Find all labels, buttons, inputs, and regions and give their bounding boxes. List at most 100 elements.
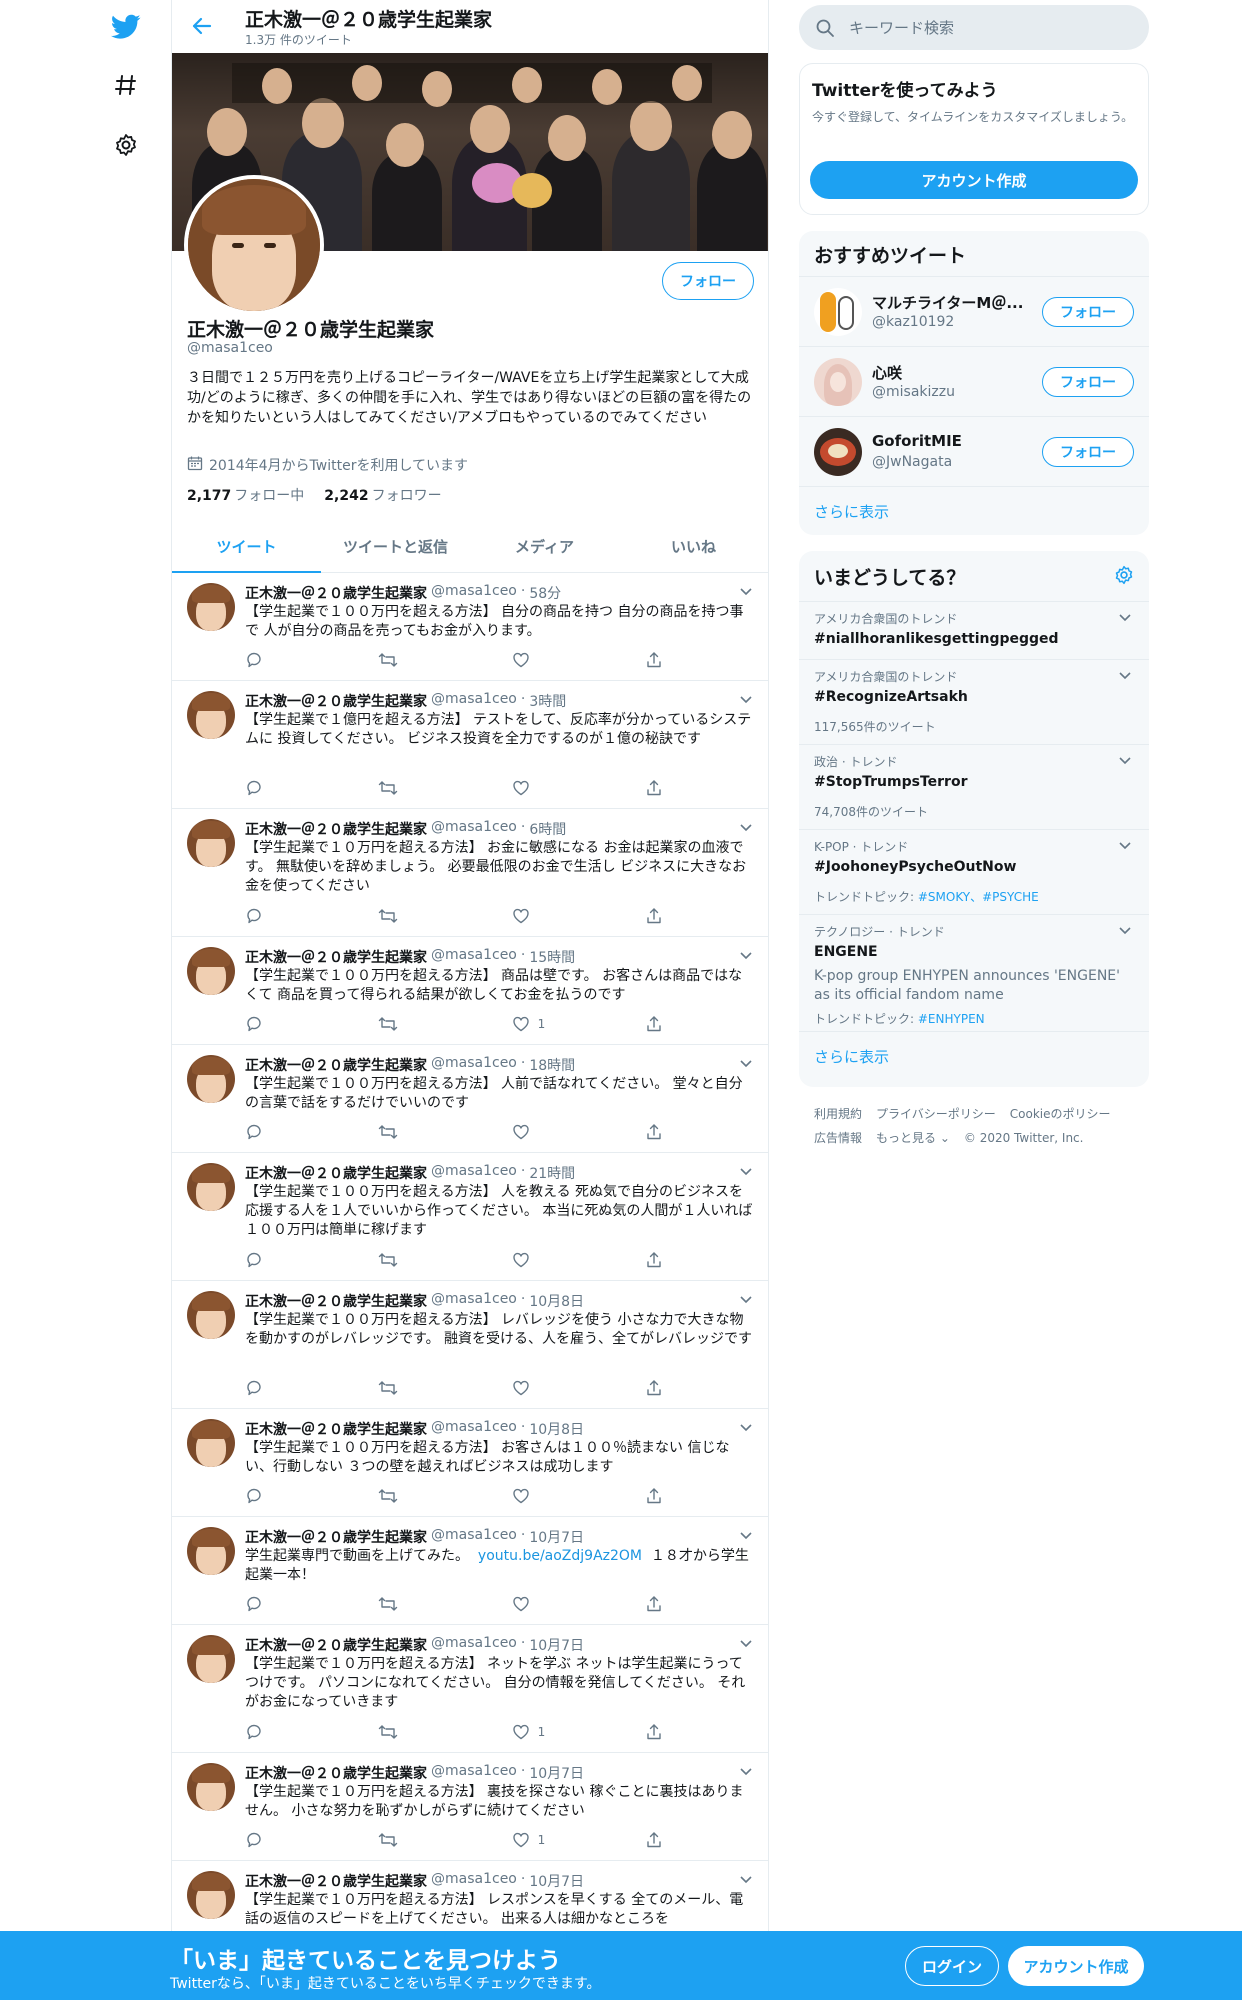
share-icon[interactable]: [645, 1829, 665, 1851]
trend-item[interactable]: アメリカ合衆国のトレンド #RecognizeArtsakh 117,565件の…: [799, 659, 1149, 744]
chevron-down-icon[interactable]: [738, 1165, 754, 1179]
tab-likes[interactable]: いいね: [619, 520, 768, 572]
chevron-down-icon[interactable]: [738, 1293, 754, 1307]
tweet-avatar[interactable]: [187, 1527, 235, 1575]
tweet-avatar[interactable]: [187, 1635, 235, 1683]
chevron-down-icon[interactable]: [738, 585, 754, 599]
like-icon[interactable]: 1: [512, 1013, 592, 1035]
chevron-down-icon[interactable]: [738, 1529, 754, 1543]
search-input[interactable]: キーワード検索: [849, 17, 954, 38]
share-icon[interactable]: [645, 1377, 665, 1399]
trend-item[interactable]: アメリカ合衆国のトレンド #niallhoranlikesgettingpegg…: [799, 601, 1149, 659]
chevron-down-icon[interactable]: [1117, 925, 1133, 937]
followers-link[interactable]: 2,242 フォロワー: [324, 485, 441, 505]
share-icon[interactable]: [645, 1121, 665, 1143]
settings-gear-icon[interactable]: [102, 121, 150, 169]
trend-item[interactable]: K-POP · トレンド #JoohoneyPsycheOutNow トレンドト…: [799, 829, 1149, 914]
reply-icon[interactable]: [245, 1829, 325, 1851]
tweet-time[interactable]: 10月7日: [529, 1635, 584, 1655]
reply-icon[interactable]: [245, 1377, 325, 1399]
like-icon[interactable]: [512, 905, 592, 927]
search-box[interactable]: キーワード検索: [799, 5, 1149, 50]
follow-button[interactable]: フォロー: [1042, 367, 1134, 397]
terms-link[interactable]: 利用規約: [814, 1107, 862, 1121]
follow-button[interactable]: フォロー: [1042, 437, 1134, 467]
create-account-button[interactable]: アカウント作成: [810, 161, 1138, 199]
follow-button[interactable]: フォロー: [1042, 297, 1134, 327]
reply-icon[interactable]: [245, 1593, 325, 1615]
like-icon[interactable]: [512, 1485, 592, 1507]
tweet-avatar[interactable]: [187, 1055, 235, 1103]
tweet-time[interactable]: 21時間: [529, 1163, 575, 1183]
twitter-logo-icon[interactable]: [102, 3, 150, 51]
like-icon[interactable]: [512, 1121, 592, 1143]
tweet-author-handle[interactable]: @masa1ceo: [431, 1291, 517, 1311]
tweet-time[interactable]: 10月7日: [529, 1527, 584, 1547]
chevron-down-icon[interactable]: [1117, 755, 1133, 767]
reply-icon[interactable]: [245, 649, 325, 671]
show-more-link[interactable]: さらに表示: [799, 501, 904, 522]
tweet-author-handle[interactable]: @masa1ceo: [431, 819, 517, 839]
tweet-author-name[interactable]: 正木激一＠２０歳学生起業家: [245, 819, 427, 839]
tweet[interactable]: 正木激一＠２０歳学生起業家 @masa1ceo · 6時間 【学生起業で１０万円を超える…: [172, 809, 768, 937]
tweet-author-name[interactable]: 正木激一＠２０歳学生起業家: [245, 583, 427, 603]
chevron-down-icon[interactable]: [738, 1637, 754, 1651]
like-icon[interactable]: [512, 649, 592, 671]
tweet-time[interactable]: 10月7日: [529, 1763, 584, 1783]
tab-tweets[interactable]: ツイート: [172, 520, 321, 573]
like-icon[interactable]: [512, 1593, 592, 1615]
like-icon[interactable]: 1: [512, 1829, 592, 1851]
tweet-avatar[interactable]: [187, 691, 235, 739]
tweet-author-name[interactable]: 正木激一＠２０歳学生起業家: [245, 947, 427, 967]
share-icon[interactable]: [645, 777, 665, 799]
share-icon[interactable]: [645, 649, 665, 671]
tweet-author-name[interactable]: 正木激一＠２０歳学生起業家: [245, 1763, 427, 1783]
tweet-author-handle[interactable]: @masa1ceo: [431, 1419, 517, 1439]
tweet-time[interactable]: 10月8日: [529, 1291, 584, 1311]
tweet-avatar[interactable]: [187, 1871, 235, 1919]
tweet[interactable]: 正木激一＠２０歳学生起業家 @masa1ceo · 21時間 【学生起業で１００万円を超…: [172, 1153, 768, 1281]
tweet-author-handle[interactable]: @masa1ceo: [431, 947, 517, 967]
like-icon[interactable]: 1: [512, 1721, 592, 1743]
reply-icon[interactable]: [245, 777, 325, 799]
chevron-down-icon[interactable]: [1117, 840, 1133, 852]
privacy-link[interactable]: プライバシーポリシー: [876, 1107, 996, 1121]
tweet-avatar[interactable]: [187, 583, 235, 631]
chevron-down-icon[interactable]: [738, 949, 754, 963]
trend-item[interactable]: 政治 · トレンド #StopTrumpsTerror 74,708件のツイート: [799, 744, 1149, 829]
trend-topic-link[interactable]: #SMOKY、#PSYCHE: [918, 890, 1039, 904]
ads-link[interactable]: 広告情報: [814, 1131, 862, 1145]
following-link[interactable]: 2,177 フォロー中: [187, 485, 304, 505]
share-icon[interactable]: [645, 1721, 665, 1743]
tweet-author-name[interactable]: 正木激一＠２０歳学生起業家: [245, 1163, 427, 1183]
tweet-time[interactable]: 3時間: [529, 691, 566, 711]
tweet[interactable]: 正木激一＠２０歳学生起業家 @masa1ceo · 10月7日 学生起業専門で動画を上げ…: [172, 1517, 768, 1625]
tweet-author-name[interactable]: 正木激一＠２０歳学生起業家: [245, 1291, 427, 1311]
tab-media[interactable]: メディア: [470, 520, 619, 572]
chevron-down-icon[interactable]: [738, 1873, 754, 1887]
reply-icon[interactable]: [245, 1485, 325, 1507]
tweet-author-handle[interactable]: @masa1ceo: [431, 691, 517, 711]
tweet-author-handle[interactable]: @masa1ceo: [431, 1163, 517, 1183]
chevron-down-icon[interactable]: [738, 1057, 754, 1071]
tweet-avatar[interactable]: [187, 1419, 235, 1467]
recommended-user[interactable]: GoforitMIE @JwNagata フォロー: [799, 416, 1149, 486]
tweet-author-name[interactable]: 正木激一＠２０歳学生起業家: [245, 1871, 427, 1891]
tweet-author-handle[interactable]: @masa1ceo: [431, 1527, 517, 1547]
tweet[interactable]: 正木激一＠２０歳学生起業家 @masa1ceo · 10月8日 【学生起業で１００万円を…: [172, 1409, 768, 1517]
tweet-author-name[interactable]: 正木激一＠２０歳学生起業家: [245, 1527, 427, 1547]
chevron-down-icon[interactable]: [738, 821, 754, 835]
chevron-down-icon[interactable]: [738, 1765, 754, 1779]
share-icon[interactable]: [645, 1249, 665, 1271]
tab-tweets-replies[interactable]: ツイートと返信: [321, 520, 470, 572]
tweet-avatar[interactable]: [187, 1163, 235, 1211]
recommended-user[interactable]: マルチライターM＠... @kaz10192 フォロー: [799, 276, 1149, 346]
tweet-author-name[interactable]: 正木激一＠２０歳学生起業家: [245, 1055, 427, 1075]
chevron-down-icon[interactable]: [738, 1421, 754, 1435]
tweet-link[interactable]: youtu.be/aoZdj9Az2OM: [478, 1548, 642, 1564]
tweet-author-handle[interactable]: @masa1ceo: [431, 1635, 517, 1655]
share-icon[interactable]: [645, 905, 665, 927]
more-link[interactable]: もっと見る ⌄: [876, 1131, 950, 1145]
tweet-time[interactable]: 10月7日: [529, 1871, 584, 1891]
tweet-avatar[interactable]: [187, 819, 235, 867]
